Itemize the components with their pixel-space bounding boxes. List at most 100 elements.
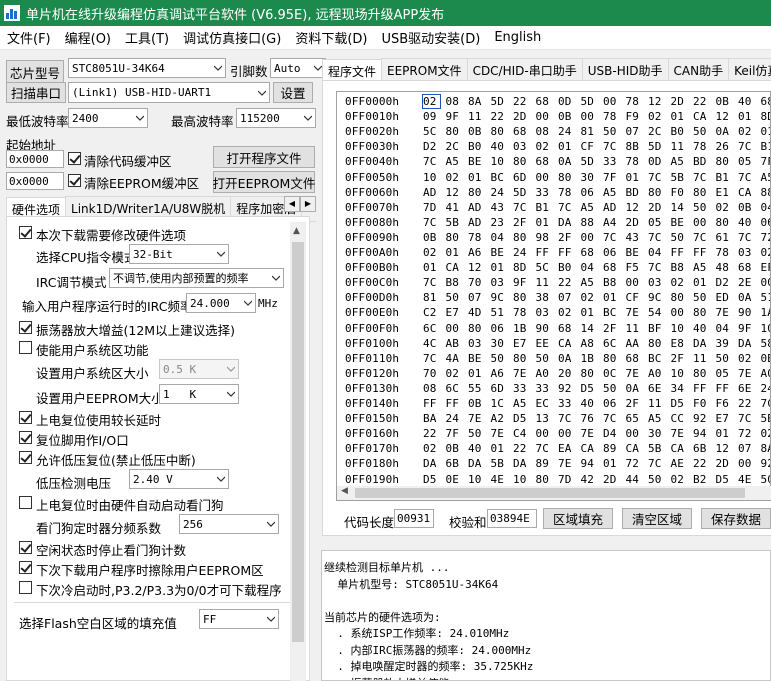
hex-byte[interactable]: B8 — [446, 276, 469, 289]
hex-byte[interactable]: 34 — [671, 382, 694, 395]
hex-byte[interactable]: 80 — [648, 186, 671, 199]
hex-byte[interactable]: 05 — [716, 367, 739, 380]
hex-byte[interactable]: 7C — [648, 261, 671, 274]
hex-byte[interactable]: 11 — [626, 322, 649, 335]
hex-byte[interactable]: 02 — [716, 201, 739, 214]
hex-byte[interactable]: 12 — [716, 442, 739, 455]
hex-byte[interactable]: 50 — [693, 291, 716, 304]
hex-byte[interactable]: 80 — [513, 291, 536, 304]
hex-byte[interactable]: 05 — [738, 155, 761, 168]
flash-fill-select[interactable]: FF — [199, 609, 279, 629]
hex-byte[interactable]: A8 — [581, 337, 604, 350]
max-baud-select[interactable]: 115200 — [236, 108, 316, 128]
wdt-auto-start-checkbox[interactable] — [19, 496, 32, 509]
hex-byte[interactable]: 2D — [603, 473, 626, 486]
hex-byte[interactable]: 89 — [536, 457, 559, 470]
hex-byte[interactable]: EA — [558, 442, 581, 455]
hex-byte[interactable]: 7C — [558, 201, 581, 214]
hex-byte[interactable]: 09 — [423, 110, 446, 123]
hex-byte[interactable]: 54 — [648, 306, 671, 319]
hex-byte[interactable]: 20 — [558, 367, 581, 380]
hex-byte[interactable]: 0B — [558, 110, 581, 123]
hex-byte[interactable]: 40 — [693, 322, 716, 335]
hex-byte[interactable]: 72 — [761, 231, 771, 244]
hex-byte[interactable]: 80 — [513, 231, 536, 244]
hex-byte[interactable]: 8D — [513, 261, 536, 274]
hex-byte[interactable]: E7 — [513, 337, 536, 350]
hex-byte[interactable]: 5D — [648, 140, 671, 153]
hex-byte[interactable]: 0B — [423, 231, 446, 244]
hex-byte[interactable]: 0B — [446, 442, 469, 455]
hex-byte[interactable]: 88 — [761, 186, 771, 199]
hex-byte[interactable]: C4 — [513, 427, 536, 440]
hex-byte[interactable]: E8 — [671, 337, 694, 350]
hex-byte[interactable]: 68 — [603, 261, 626, 274]
code-start-address-input[interactable]: 0x0000 — [6, 150, 64, 168]
hex-byte[interactable]: 43 — [491, 201, 514, 214]
hex-byte[interactable]: 8D — [761, 110, 771, 123]
hex-byte[interactable]: 33 — [513, 382, 536, 395]
hex-byte[interactable]: 5B — [671, 171, 694, 184]
hex-byte[interactable]: 7C — [738, 171, 761, 184]
hex-byte[interactable]: 1B — [513, 322, 536, 335]
hex-byte[interactable]: A4 — [603, 216, 626, 229]
hex-byte[interactable]: 68 — [738, 261, 761, 274]
hex-byte[interactable]: A5 — [761, 171, 771, 184]
hex-byte[interactable]: D2 — [423, 140, 446, 153]
hex-byte[interactable]: 92 — [558, 382, 581, 395]
clear-eeprom-buffer-checkbox[interactable] — [68, 174, 81, 187]
hex-byte[interactable]: F9 — [626, 110, 649, 123]
hex-byte[interactable]: 40 — [738, 216, 761, 229]
hex-byte[interactable]: 30 — [648, 427, 671, 440]
hex-byte[interactable]: 10 — [491, 155, 514, 168]
hex-byte[interactable]: BC — [603, 306, 626, 319]
menu-debug[interactable]: 调试仿真接口(G) — [176, 28, 288, 47]
hex-byte[interactable]: 80 — [716, 155, 739, 168]
hex-byte[interactable]: 68 — [581, 246, 604, 259]
reset-pin-io-checkbox[interactable] — [19, 431, 32, 444]
hex-byte[interactable]: 78 — [603, 110, 626, 123]
hex-byte[interactable]: 7C — [738, 140, 761, 153]
hex-byte[interactable]: 01 — [468, 367, 491, 380]
hex-byte[interactable]: 24 — [761, 382, 771, 395]
hex-byte[interactable]: D4 — [603, 427, 626, 440]
hex-byte[interactable]: 2F — [603, 322, 626, 335]
open-program-file-button[interactable]: 打开程序文件 — [213, 146, 315, 168]
hex-byte[interactable]: 10 — [671, 367, 694, 380]
hex-byte[interactable]: DA — [693, 337, 716, 350]
hex-byte[interactable]: 7C — [423, 276, 446, 289]
hex-byte[interactable]: 78 — [626, 155, 649, 168]
port-select[interactable]: (Link1) USB-HID-UART1 — [68, 82, 270, 103]
hex-byte[interactable]: 01 — [716, 427, 739, 440]
chip-model-select[interactable]: STC8051U-34K64 — [68, 58, 226, 78]
hex-byte[interactable]: 7E — [671, 427, 694, 440]
hex-byte[interactable]: 07 — [626, 125, 649, 138]
hex-byte[interactable]: 01 — [468, 171, 491, 184]
hex-byte[interactable]: 0A — [558, 155, 581, 168]
hex-byte[interactable]: 2D — [648, 201, 671, 214]
hex-byte[interactable]: 22 — [693, 457, 716, 470]
hex-byte[interactable]: 00 — [536, 427, 559, 440]
menu-program[interactable]: 编程(O) — [58, 28, 118, 47]
hex-byte[interactable]: 7C — [603, 231, 626, 244]
hex-byte[interactable]: CA — [693, 110, 716, 123]
hex-byte[interactable]: 78 — [468, 231, 491, 244]
hex-byte[interactable]: 90 — [536, 322, 559, 335]
hex-byte[interactable]: 2C — [446, 140, 469, 153]
hex-byte[interactable]: 12 — [626, 201, 649, 214]
hex-byte[interactable]: AD — [603, 201, 626, 214]
hex-byte[interactable]: 4D — [468, 306, 491, 319]
hex-byte[interactable]: 7F — [446, 427, 469, 440]
hex-byte[interactable]: 02 — [671, 276, 694, 289]
hex-byte[interactable]: BD — [693, 155, 716, 168]
eeprom-size-select[interactable]: 1 K — [159, 384, 239, 404]
hex-byte[interactable]: 7E — [716, 306, 739, 319]
hex-byte[interactable]: 68 — [626, 352, 649, 365]
hex-byte[interactable]: 76 — [581, 412, 604, 425]
hex-byte[interactable]: 00 — [693, 216, 716, 229]
hex-byte[interactable]: 40 — [738, 95, 761, 108]
hex-byte[interactable]: A5 — [581, 276, 604, 289]
hex-byte[interactable]: 65 — [626, 412, 649, 425]
hex-byte[interactable]: 80 — [693, 186, 716, 199]
low-voltage-reset-checkbox[interactable] — [19, 451, 32, 464]
